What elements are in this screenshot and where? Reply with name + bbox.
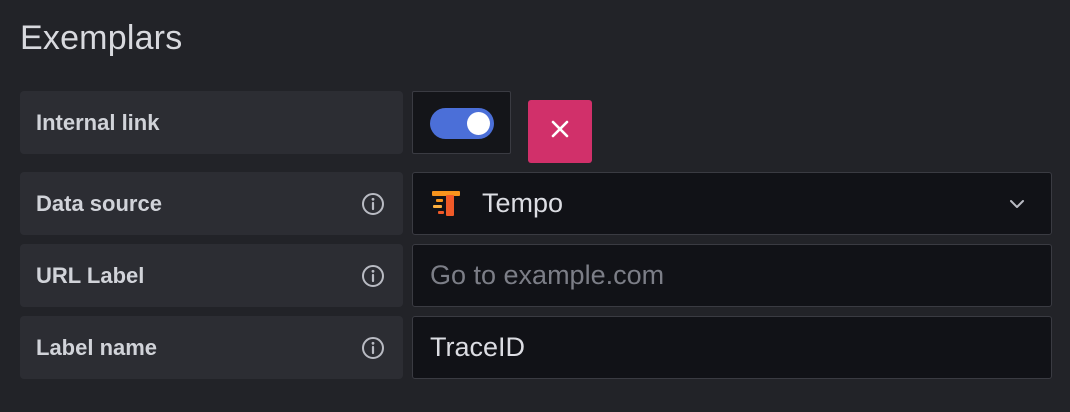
data-source-value: Tempo <box>482 188 564 218</box>
toggle-knob <box>467 112 490 135</box>
data-source-label: Data source <box>36 190 162 216</box>
info-icon[interactable] <box>361 264 385 288</box>
internal-link-label-box: Internal link <box>20 91 403 154</box>
close-icon <box>550 119 570 144</box>
info-icon[interactable] <box>361 336 385 360</box>
label-name-field-box <box>412 316 1052 379</box>
chevron-down-icon <box>1005 192 1029 216</box>
info-icon[interactable] <box>361 192 385 216</box>
tempo-logo-icon <box>430 188 466 220</box>
section-title: Exemplars <box>20 19 183 57</box>
remove-exemplar-button[interactable] <box>528 100 592 163</box>
url-label-label-box: URL Label <box>20 244 403 307</box>
data-source-label-box: Data source <box>20 172 403 235</box>
label-name-input[interactable] <box>430 332 1051 363</box>
label-name-label-box: Label name <box>20 316 403 379</box>
internal-link-toggle-container <box>412 91 511 154</box>
label-name-label: Label name <box>36 334 158 360</box>
url-label-input[interactable] <box>430 260 1051 291</box>
url-label-label: URL Label <box>36 262 145 288</box>
url-label-field-box <box>412 244 1052 307</box>
data-source-select[interactable]: Tempo <box>412 172 1052 235</box>
internal-link-toggle[interactable] <box>430 108 494 139</box>
internal-link-label: Internal link <box>36 109 160 135</box>
